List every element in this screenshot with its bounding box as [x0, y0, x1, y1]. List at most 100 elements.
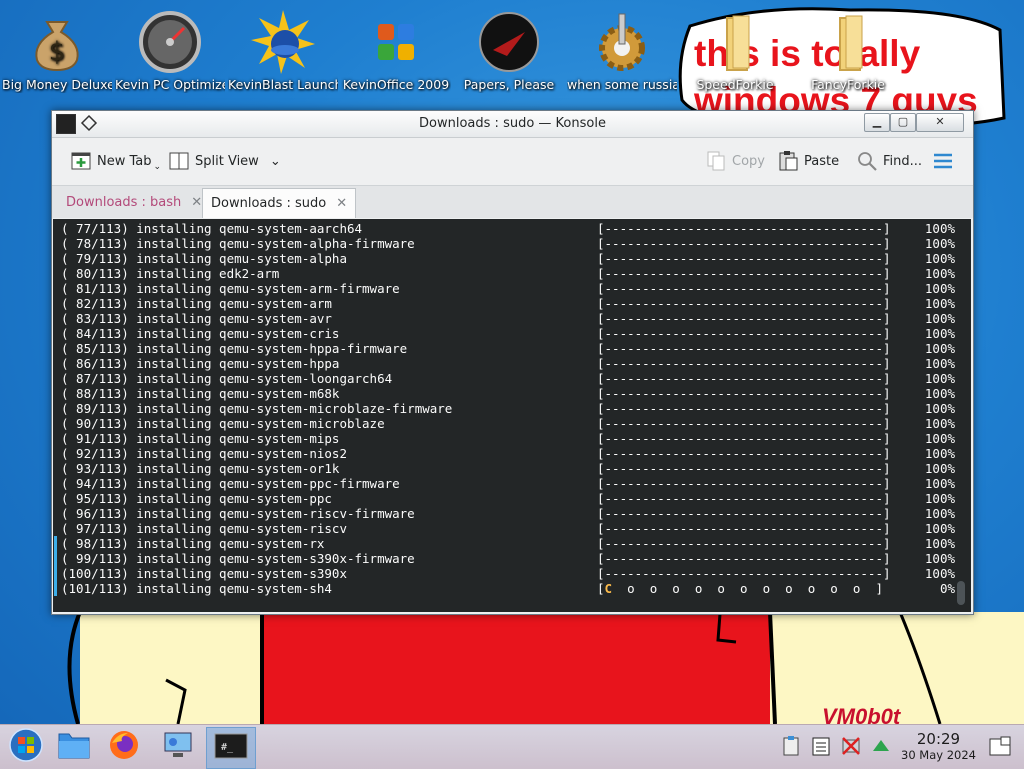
- terminal-line: ( 84/113) installing qemu-system-cris: [61, 326, 340, 341]
- terminal-line: ( 87/113) installing qemu-system-loongar…: [61, 371, 393, 386]
- terminal-scrollbar[interactable]: [957, 581, 965, 605]
- terminal-line: ( 92/113) installing qemu-system-nios2: [61, 446, 347, 461]
- clock[interactable]: 20:29 30 May 2024: [901, 730, 976, 763]
- progress-percent: 100%: [924, 476, 955, 491]
- terminal-line: ( 77/113) installing qemu-system-aarch64: [61, 221, 363, 236]
- split-view-button[interactable]: Split View ⌄: [168, 148, 281, 174]
- split-view-label: Split View: [195, 153, 259, 169]
- desktop-icon-russian-runs[interactable]: when some russian runs a...: [567, 2, 677, 93]
- window-title: Downloads : sudo — Konsole: [419, 116, 606, 131]
- desktop-icon-label: Big Money Deluxe: [2, 77, 112, 92]
- taskbar-file-manager[interactable]: [52, 727, 96, 767]
- progress-percent: 100%: [924, 566, 955, 581]
- close-tab-icon[interactable]: ✕: [336, 196, 347, 211]
- copy-button[interactable]: Copy: [705, 148, 765, 174]
- konsole-icon: #_: [214, 732, 248, 764]
- progress-bar-text: [-------------------------------------]: [597, 401, 891, 416]
- progress-bar-text: [C o o o o o o o o o o o ]: [597, 581, 883, 596]
- desktop-icon-kevin-pc-optimizer[interactable]: Kevin PC Optimizer Ho...: [115, 2, 225, 93]
- terminal-line: ( 99/113) installing qemu-system-s390x-f…: [61, 551, 415, 566]
- notes-tray-icon[interactable]: [810, 735, 832, 757]
- progress-percent: 100%: [924, 296, 955, 311]
- find-label: Find...: [883, 153, 923, 169]
- terminal-line: ( 80/113) installing edk2-arm: [61, 266, 280, 281]
- desktop-icon-label: Papers, Please: [463, 77, 555, 92]
- chevron-down-icon: ⌄: [269, 153, 281, 169]
- progress-percent: 100%: [924, 236, 955, 251]
- tab-label: Downloads : bash: [66, 195, 182, 210]
- progress-percent: 100%: [924, 371, 955, 386]
- desktop-icon-kevinoffice-2009[interactable]: KevinOffice 2009: [341, 2, 451, 93]
- taskbar-firefox[interactable]: [102, 727, 146, 767]
- terminal-line: ( 96/113) installing qemu-system-riscv-f…: [61, 506, 415, 521]
- terminal-line: ( 83/113) installing qemu-system-avr: [61, 311, 332, 326]
- desktop-icon-papers-please[interactable]: Papers, Please: [454, 2, 564, 93]
- start-button[interactable]: [4, 727, 48, 767]
- speedometer-icon: [138, 10, 202, 74]
- tab-downloads-sudo[interactable]: Downloads : sudo ✕: [202, 188, 357, 218]
- new-tab-button[interactable]: New Tab ⌄: [70, 148, 161, 174]
- terminal-line: ( 93/113) installing qemu-system-or1k: [61, 461, 340, 476]
- terminal-line: ( 78/113) installing qemu-system-alpha-f…: [61, 236, 415, 251]
- desktop-icon-label: KevinOffice 2009: [342, 77, 450, 92]
- hamburger-menu-button[interactable]: [932, 148, 954, 174]
- copy-icon: [705, 150, 727, 172]
- split-view-icon: [168, 150, 190, 172]
- progress-percent: 100%: [924, 341, 955, 356]
- progress-percent: 100%: [924, 251, 955, 266]
- progress-bar-text: [-------------------------------------]: [597, 356, 891, 371]
- desktop-icon-speedforkie[interactable]: SpeedForkie: [680, 2, 790, 93]
- terminal-line: (100/113) installing qemu-system-s390x: [61, 566, 347, 581]
- terminal-line: ( 89/113) installing qemu-system-microbl…: [61, 401, 453, 416]
- file-manager-icon: [57, 730, 91, 764]
- desktop-icon-big-money-deluxe[interactable]: $ Big Money Deluxe: [2, 2, 112, 93]
- progress-percent: 100%: [924, 431, 955, 446]
- clipboard-tray-icon[interactable]: [780, 735, 802, 757]
- progress-bar-text: [-------------------------------------]: [597, 326, 891, 341]
- progress-percent: 100%: [924, 281, 955, 296]
- clock-time: 20:29: [916, 730, 961, 748]
- progress-percent: 100%: [924, 221, 955, 236]
- up-arrow-tray-icon[interactable]: [870, 735, 892, 757]
- progress-percent: 100%: [924, 461, 955, 476]
- progress-percent: 100%: [924, 326, 955, 341]
- pacman-progress-icon: C: [604, 581, 613, 596]
- firefox-icon: [108, 729, 140, 765]
- network-disconnected-icon[interactable]: [840, 735, 862, 757]
- terminal-line: ( 86/113) installing qemu-system-hppa: [61, 356, 340, 371]
- terminal-line: ( 81/113) installing qemu-system-arm-fir…: [61, 281, 400, 296]
- close-tab-icon[interactable]: ✕: [191, 195, 202, 210]
- progress-bar-text: [-------------------------------------]: [597, 446, 891, 461]
- progress-bar-text: [-------------------------------------]: [597, 266, 891, 281]
- find-button[interactable]: Find...: [856, 148, 922, 174]
- taskbar: #_ 20:29 30 May 2024: [0, 724, 1024, 769]
- tab-downloads-bash[interactable]: Downloads : bash ✕: [58, 188, 212, 217]
- desktop-icon-fancyforkie[interactable]: FancyForkie: [793, 2, 903, 93]
- progress-bar-text: [-------------------------------------]: [597, 341, 891, 356]
- progress-bar-text: [-------------------------------------]: [597, 416, 891, 431]
- taskbar-system-settings[interactable]: [156, 727, 200, 767]
- close-button[interactable]: ✕: [916, 113, 964, 132]
- progress-percent: 100%: [924, 506, 955, 521]
- terminal-line: ( 91/113) installing qemu-system-mips: [61, 431, 340, 446]
- money-bag-icon: $: [25, 10, 89, 74]
- maximize-button[interactable]: ▢: [890, 113, 916, 132]
- progress-bar-text: [-------------------------------------]: [597, 221, 891, 236]
- gear-icon: [590, 10, 654, 74]
- progress-bar-text: [-------------------------------------]: [597, 536, 891, 551]
- system-settings-icon: [161, 729, 195, 765]
- office-logo-icon: [364, 10, 428, 74]
- konsole-window: Downloads : sudo — Konsole ▁ ▢ ✕ New Tab…: [51, 110, 974, 615]
- terminal-line: ( 90/113) installing qemu-system-microbl…: [61, 416, 385, 431]
- progress-percent: 100%: [924, 536, 955, 551]
- progress-percent: 100%: [924, 491, 955, 506]
- terminal-output[interactable]: ( 77/113) installing qemu-system-aarch64…: [53, 219, 971, 612]
- show-desktop-icon[interactable]: [988, 735, 1011, 757]
- window-titlebar[interactable]: Downloads : sudo — Konsole ▁ ▢ ✕: [52, 111, 973, 138]
- desktop-icon-kevinblast-launcher[interactable]: KevinBlast Launcher: [228, 2, 338, 93]
- paste-button[interactable]: Paste: [777, 148, 839, 174]
- terminal-line: ( 97/113) installing qemu-system-riscv: [61, 521, 347, 536]
- taskbar-konsole[interactable]: #_: [206, 727, 256, 769]
- search-icon: [856, 150, 878, 172]
- minimize-button[interactable]: ▁: [864, 113, 890, 132]
